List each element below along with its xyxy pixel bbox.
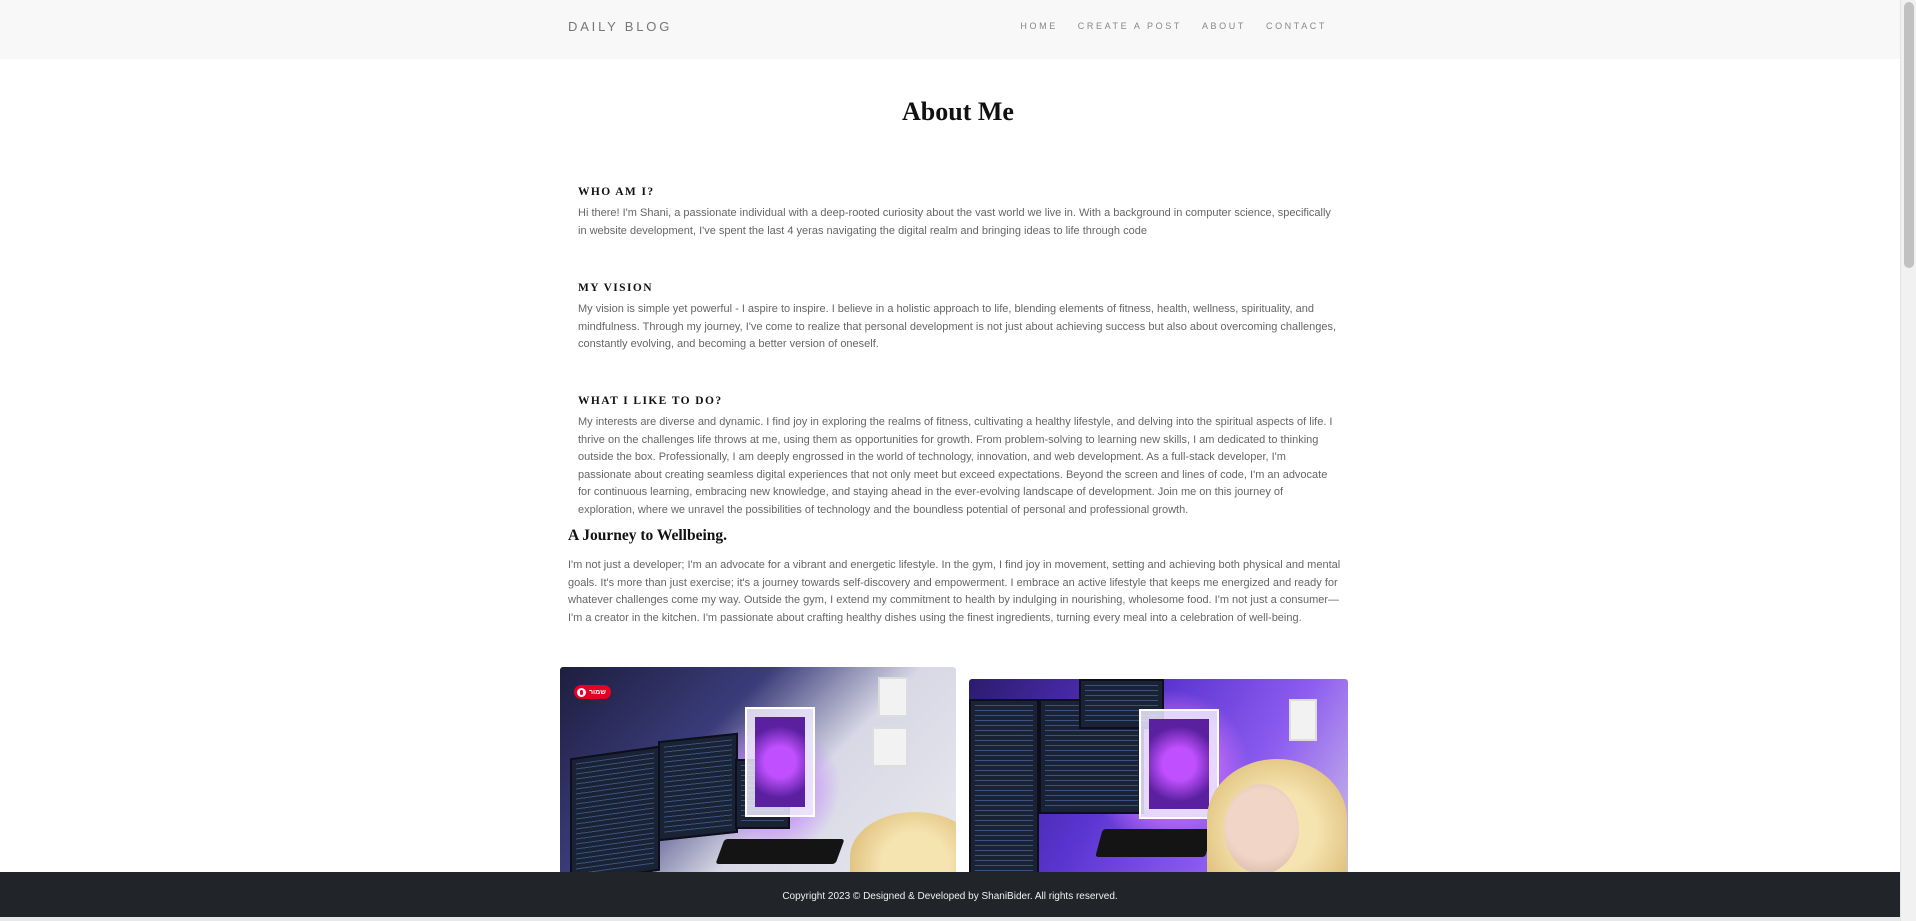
journey-text: I'm not just a developer; I'm an advocat… [568, 559, 1341, 624]
page-scrollbar[interactable] [1900, 0, 1916, 921]
footer: Copyright 2023 © Designed & Developed by… [0, 872, 1900, 921]
nav-link-contact[interactable]: CONTACT [1266, 21, 1327, 31]
person-hair-shape [850, 812, 956, 877]
monitor-shape [570, 745, 660, 877]
bottom-strip [0, 917, 1900, 921]
person-face-shape [1224, 784, 1299, 874]
section-journey: A Journey to Wellbeing. I'm not just a d… [568, 527, 1345, 627]
monitor-shape [658, 732, 738, 842]
pin-label: שמור [589, 688, 606, 696]
pc-case-shape [1139, 709, 1219, 819]
brand-logo[interactable]: DAILY BLOG [568, 19, 672, 34]
nav-link-about[interactable]: ABOUT [1202, 21, 1246, 31]
workspace-photo-2[interactable] [969, 679, 1348, 877]
section-text: My interests are diverse and dynamic. I … [578, 416, 1333, 516]
section-heading: WHO AM I? [578, 186, 655, 198]
page-title: About Me [902, 97, 1014, 126]
nav-link-create-post[interactable]: CREATE A POST [1078, 21, 1182, 31]
section-what-i-like: WHAT I LIKE TO DO? My interests are dive… [578, 395, 1338, 519]
section-who-am-i: WHO AM I? Hi there! I'm Shani, a passion… [578, 186, 1338, 240]
pinterest-icon [577, 687, 586, 697]
section-text: My vision is simple yet powerful - I asp… [578, 303, 1337, 350]
keyboard-shape [715, 839, 845, 864]
section-text: Hi there! I'm Shani, a passionate indivi… [578, 207, 1331, 237]
section-my-vision: MY VISION My vision is simple yet powerf… [578, 282, 1338, 354]
poster-shape [878, 677, 908, 717]
navbar: DAILY BLOG HOME CREATE A POST ABOUT CONT… [0, 0, 1900, 59]
journey-heading: A Journey to Wellbeing. [568, 527, 728, 544]
keyboard-shape [1095, 829, 1213, 857]
section-heading: WHAT I LIKE TO DO? [578, 395, 723, 407]
nav-links: HOME CREATE A POST ABOUT CONTACT [1020, 21, 1327, 31]
nav-link-home[interactable]: HOME [1020, 21, 1057, 31]
scrollbar-thumb[interactable] [1904, 2, 1914, 268]
footer-copyright: Copyright 2023 © Designed & Developed by… [782, 891, 1118, 902]
workspace-photo-1[interactable]: שמור [560, 667, 956, 877]
pc-case-shape [745, 707, 815, 817]
section-heading: MY VISION [578, 282, 653, 294]
poster-shape [872, 727, 908, 767]
poster-shape [1289, 699, 1317, 741]
pinterest-save-button[interactable]: שמור [574, 685, 611, 699]
monitor-shape [969, 699, 1039, 877]
